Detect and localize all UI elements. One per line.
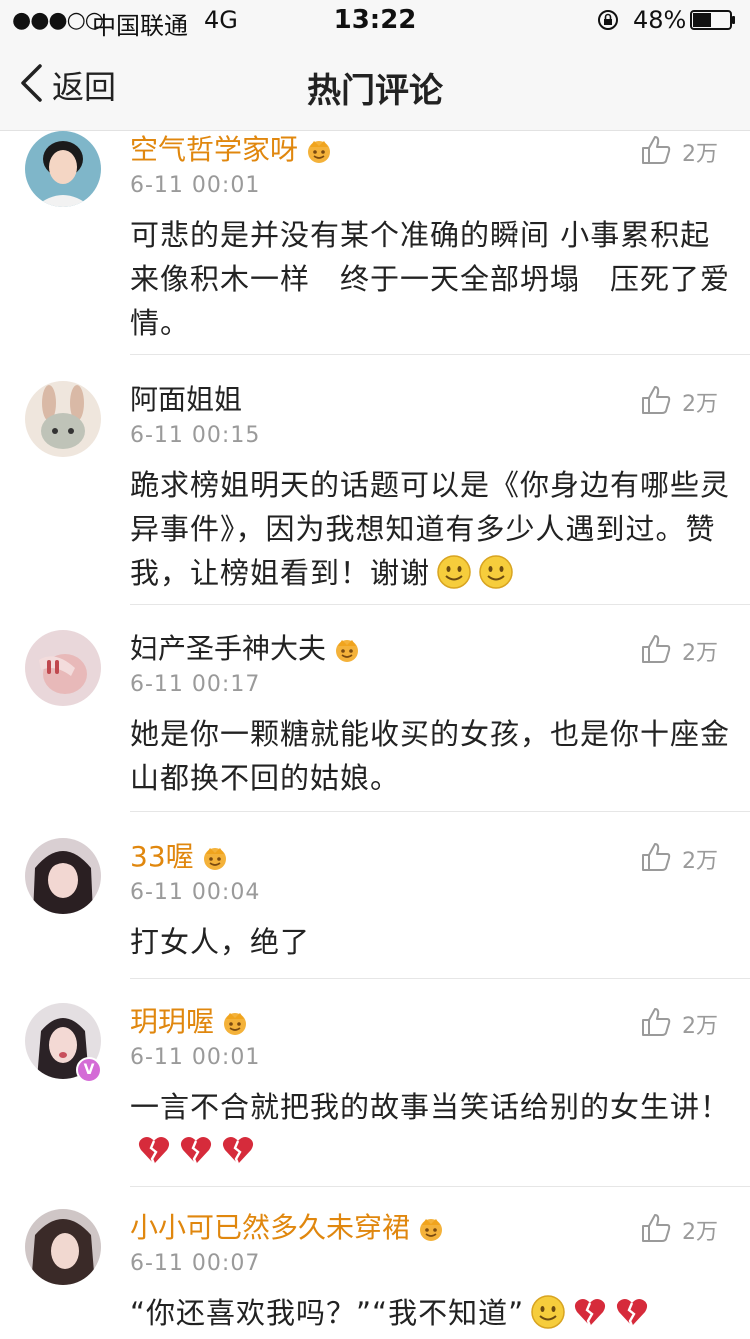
like-count: 2万 [682, 142, 718, 167]
comment-time: 6-11 00:01 [130, 1045, 261, 1070]
vip-crown-icon [304, 135, 334, 165]
comment-item: 妇产圣手神大夫 6-11 00:17 2万 她是你一颗糖就能收买的女孩，也是你十… [0, 630, 750, 815]
comment-item: 小小可已然多久未穿裙 6-11 00:07 2万 “你还喜欢我吗？”“我不知道” [0, 1209, 750, 1339]
vip-crown-icon [200, 842, 230, 872]
comment-text: 一言不合就把我的故事当笑话给别的女生讲！ [130, 1085, 730, 1173]
comment-time: 6-11 00:01 [130, 173, 261, 198]
like-count: 2万 [682, 849, 718, 874]
username[interactable]: 玥玥喔 [130, 1005, 250, 1039]
comment-text-content: 一言不合就把我的故事当笑话给别的女生讲！ [130, 1090, 731, 1124]
vip-crown-icon [220, 1007, 250, 1037]
comment-time: 6-11 00:17 [130, 672, 261, 697]
broken-heart-emoji-icon [178, 1132, 214, 1168]
comment-item: 空气哲学家呀 6-11 00:01 2万 可悲的是并没有某个准确的瞬间 小事累积… [0, 131, 750, 356]
username-text: 妇产圣手神大夫 [130, 632, 327, 665]
username[interactable]: 空气哲学家呀 [130, 133, 334, 167]
like-count: 2万 [682, 641, 718, 666]
username-text: 33喔 [130, 840, 194, 873]
like-button[interactable]: 2万 [640, 1212, 718, 1248]
thumbs-up-icon [640, 633, 672, 669]
broken-heart-emoji-icon [614, 1294, 650, 1330]
username[interactable]: 阿面姐姐 [130, 383, 242, 417]
like-button[interactable]: 2万 [640, 134, 718, 170]
thumbs-up-icon [640, 134, 672, 170]
like-button[interactable]: 2万 [640, 384, 718, 420]
avatar[interactable] [25, 1209, 101, 1285]
divider [130, 978, 750, 979]
like-count: 2万 [682, 1220, 718, 1245]
like-button[interactable]: 2万 [640, 841, 718, 877]
comment-item: 阿面姐姐 6-11 00:15 2万 跪求榜姐明天的话题可以是《你身边有哪些灵异… [0, 381, 750, 606]
smile-emoji-icon [530, 1294, 566, 1330]
username-text: 阿面姐姐 [130, 383, 243, 416]
divider [130, 1186, 750, 1187]
broken-heart-emoji-icon [572, 1294, 608, 1330]
orientation-lock-icon [596, 8, 620, 32]
comment-text: 她是你一颗糖就能收买的女孩，也是你十座金山都换不回的姑娘。 [130, 712, 730, 800]
comment-text: 打女人，绝了 [130, 920, 730, 964]
vip-crown-icon [416, 1213, 446, 1243]
avatar[interactable] [25, 381, 101, 457]
battery-icon [690, 10, 736, 30]
comment-time: 6-11 00:04 [130, 880, 261, 905]
username[interactable]: 妇产圣手神大夫 [130, 632, 362, 666]
comment-text: 跪求榜姐明天的话题可以是《你身边有哪些灵异事件》，因为我想知道有多少人遇到过。赞… [130, 463, 730, 595]
username[interactable]: 小小可已然多久未穿裙 [130, 1211, 446, 1245]
username-text: 空气哲学家呀 [130, 133, 299, 166]
avatar[interactable] [25, 630, 101, 706]
comment-text: “你还喜欢我吗？”“我不知道” [130, 1291, 730, 1335]
comment-time: 6-11 00:07 [130, 1251, 261, 1276]
comment-text-content: “你还喜欢我吗？”“我不知道” [130, 1296, 525, 1330]
username[interactable]: 33喔 [130, 840, 230, 874]
navigation-bar: 返回 热门评论 [0, 40, 750, 131]
vip-crown-icon [332, 634, 362, 664]
status-bar: ●●●○○ 中国联通 4G 13:22 48% [0, 0, 750, 40]
thumbs-up-icon [640, 384, 672, 420]
username-text: 玥玥喔 [130, 1005, 215, 1038]
comment-text-content: 打女人，绝了 [130, 925, 311, 959]
comment-time: 6-11 00:15 [130, 423, 261, 448]
comment-item: 33喔 6-11 00:04 2万 打女人，绝了 [0, 838, 750, 979]
divider [130, 354, 750, 355]
comment-text: 可悲的是并没有某个准确的瞬间 小事累积起来像积木一样 终于一天全部坍塌 压死了爱… [130, 213, 730, 345]
avatar[interactable] [25, 131, 101, 207]
like-count: 2万 [682, 392, 718, 417]
divider [130, 811, 750, 812]
divider [130, 604, 750, 605]
broken-heart-emoji-icon [136, 1132, 172, 1168]
verified-badge-icon: V [76, 1057, 102, 1083]
username-text: 小小可已然多久未穿裙 [130, 1211, 411, 1244]
smile-emoji-icon [436, 554, 472, 590]
thumbs-up-icon [640, 1212, 672, 1248]
comment-text-content: 她是你一颗糖就能收买的女孩，也是你十座金山都换不回的姑娘。 [130, 717, 731, 795]
thumbs-up-icon [640, 841, 672, 877]
page-title: 热门评论 [307, 71, 443, 111]
like-count: 2万 [682, 1014, 718, 1039]
broken-heart-emoji-icon [220, 1132, 256, 1168]
smile-emoji-icon [478, 554, 514, 590]
comment-text-content: 可悲的是并没有某个准确的瞬间 小事累积起来像积木一样 终于一天全部坍塌 压死了爱… [130, 218, 731, 340]
avatar[interactable] [25, 838, 101, 914]
thumbs-up-icon [640, 1006, 672, 1042]
like-button[interactable]: 2万 [640, 633, 718, 669]
comment-text-content: 跪求榜姐明天的话题可以是《你身边有哪些灵异事件》，因为我想知道有多少人遇到过。赞… [130, 468, 731, 590]
battery-percent: 48% [633, 6, 687, 34]
comment-item: V 玥玥喔 6-11 00:01 2万 一言不合就把我的故事当笑话给别的女生讲！ [0, 1003, 750, 1188]
like-button[interactable]: 2万 [640, 1006, 718, 1042]
